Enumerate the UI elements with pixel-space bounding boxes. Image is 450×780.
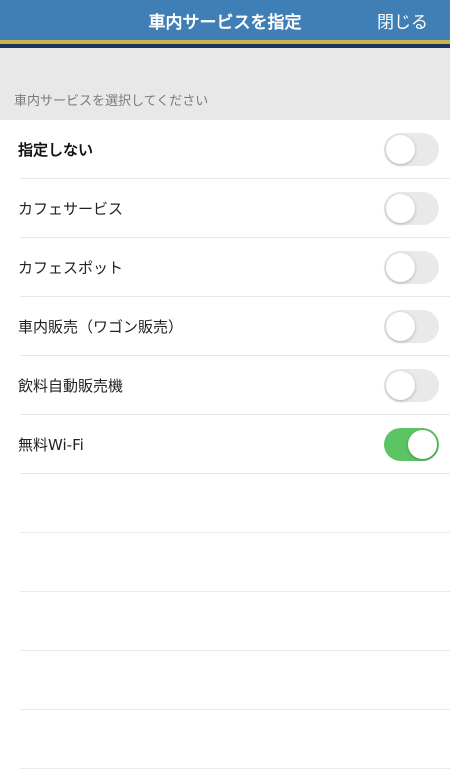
option-label: 車内販売（ワゴン販売） — [18, 318, 184, 336]
close-button[interactable]: 閉じる — [377, 0, 428, 40]
toggle-knob — [386, 371, 415, 400]
option-row-cafe-spot[interactable]: カフェスポット — [0, 238, 450, 297]
toggle-knob — [386, 194, 415, 223]
option-label: 無料Wi-Fi — [18, 436, 84, 454]
option-label: カフェスポット — [18, 259, 124, 277]
toggle-switch[interactable] — [384, 133, 439, 166]
option-row-none[interactable]: 指定しない — [0, 120, 450, 179]
nav-bar: 車内サービスを指定 閉じる — [0, 0, 450, 40]
option-row-wagon-sales[interactable]: 車内販売（ワゴン販売） — [0, 297, 450, 356]
service-list: 指定しない カフェサービス カフェスポット 車内販売（ワゴン販売） 飲料自動販売… — [0, 120, 450, 769]
empty-list-row — [0, 533, 450, 592]
option-label: カフェサービス — [18, 200, 124, 218]
empty-list-row — [0, 474, 450, 533]
toggle-switch[interactable] — [384, 369, 439, 402]
toggle-switch[interactable] — [384, 192, 439, 225]
section-header: 車内サービスを選択してください — [0, 48, 450, 120]
empty-list-row — [0, 592, 450, 651]
option-row-cafe-service[interactable]: カフェサービス — [0, 179, 450, 238]
toggle-switch[interactable] — [384, 251, 439, 284]
option-row-vending-machine[interactable]: 飲料自動販売機 — [0, 356, 450, 415]
toggle-knob — [386, 312, 415, 341]
toggle-switch[interactable] — [384, 310, 439, 343]
toggle-knob — [408, 430, 437, 459]
empty-list-row — [0, 710, 450, 769]
section-instruction: 車内サービスを選択してください — [14, 94, 209, 109]
toggle-knob — [386, 253, 415, 282]
empty-list-row — [0, 651, 450, 710]
toggle-knob — [386, 135, 415, 164]
option-label: 指定しない — [18, 141, 94, 159]
toggle-switch[interactable] — [384, 428, 439, 461]
option-row-free-wifi[interactable]: 無料Wi-Fi — [0, 415, 450, 474]
option-label: 飲料自動販売機 — [18, 377, 124, 395]
